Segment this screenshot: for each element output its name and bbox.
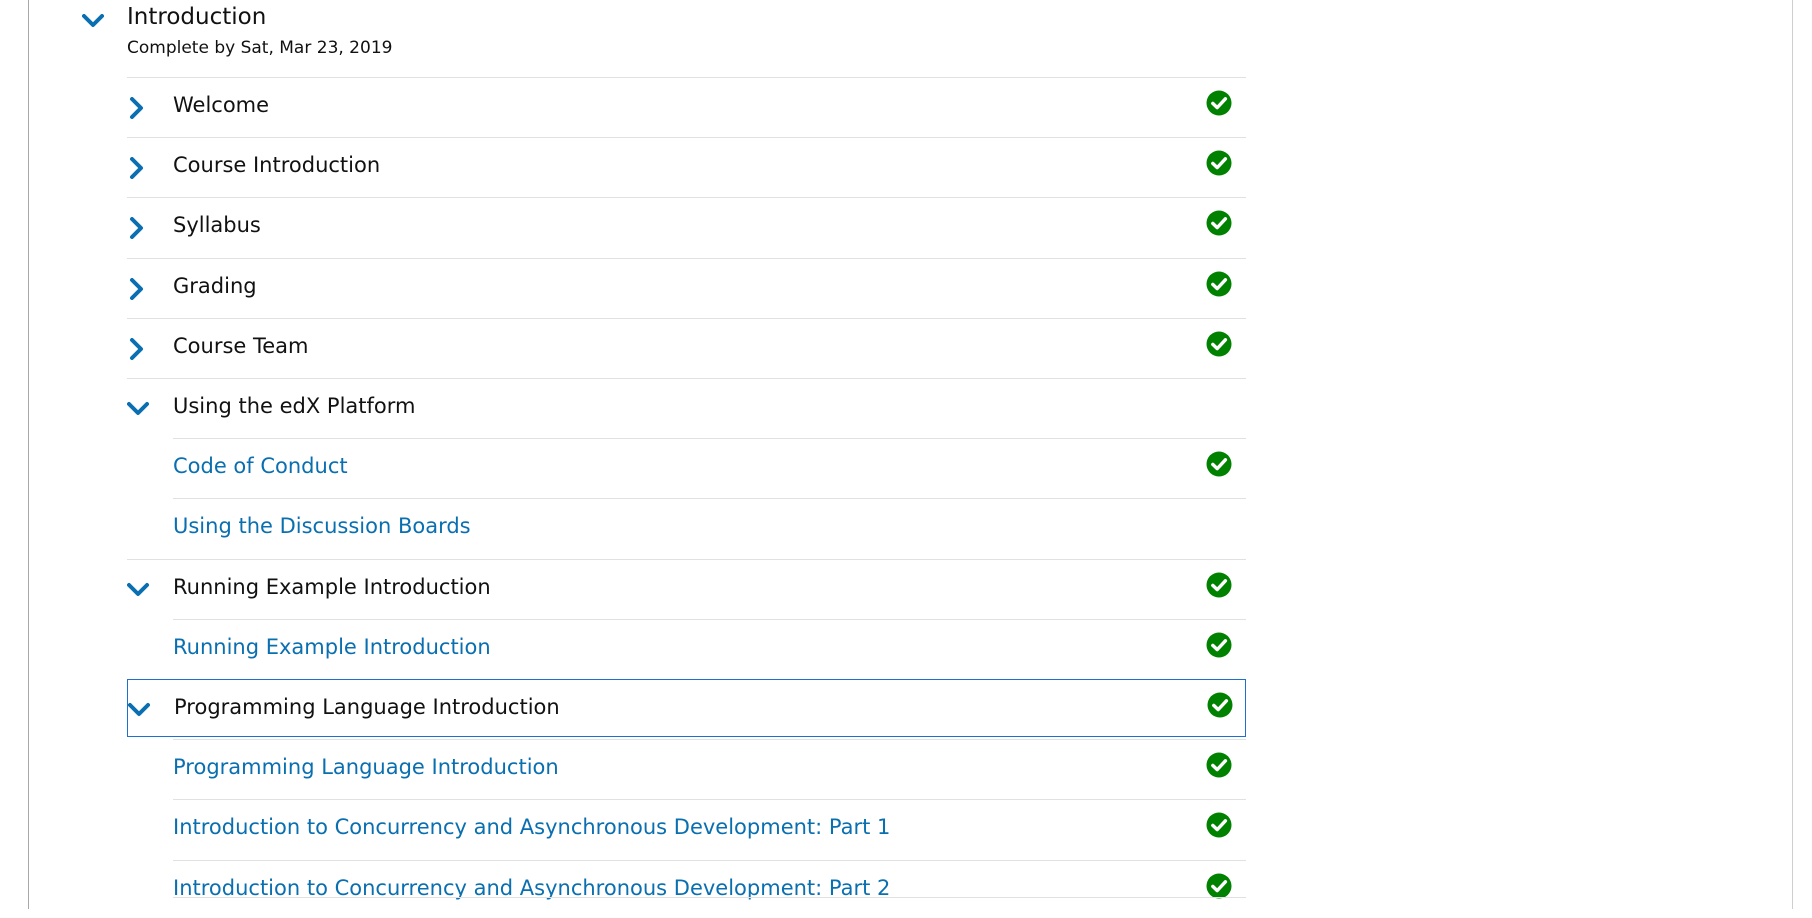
subsection-title[interactable]: Welcome bbox=[173, 93, 269, 117]
chevron-down-icon[interactable] bbox=[127, 401, 149, 417]
subsection-title[interactable]: Syllabus bbox=[173, 213, 261, 237]
subsection-title[interactable]: Course Team bbox=[173, 334, 309, 358]
subsection-row[interactable]: Course Team bbox=[127, 318, 1246, 376]
unit-row[interactable]: Using the Discussion Boards bbox=[173, 498, 1246, 556]
subsection-title[interactable]: Programming Language Introduction bbox=[174, 695, 560, 719]
subsection-row-focused[interactable]: Programming Language Introduction bbox=[127, 679, 1246, 737]
check-circle-icon bbox=[1206, 210, 1232, 236]
subsection-row[interactable]: Grading bbox=[127, 258, 1246, 316]
subsection-title[interactable]: Course Introduction bbox=[173, 153, 380, 177]
section-due-date: Complete by Sat, Mar 23, 2019 bbox=[127, 38, 393, 58]
check-circle-icon bbox=[1207, 692, 1233, 718]
unit-row[interactable]: Programming Language Introduction bbox=[173, 739, 1246, 797]
chevron-down-icon[interactable] bbox=[82, 14, 104, 28]
check-circle-icon bbox=[1206, 150, 1232, 176]
check-circle-icon bbox=[1206, 632, 1232, 658]
subsection-row[interactable]: Syllabus bbox=[127, 197, 1246, 255]
subsection-row[interactable]: Welcome bbox=[127, 77, 1246, 135]
check-circle-icon bbox=[1206, 752, 1232, 778]
check-circle-icon bbox=[1206, 812, 1232, 838]
unit-link[interactable]: Using the Discussion Boards bbox=[173, 514, 471, 538]
subsection-row[interactable]: Course Introduction bbox=[127, 137, 1246, 195]
chevron-down-icon[interactable] bbox=[127, 582, 149, 598]
check-circle-icon bbox=[1206, 271, 1232, 297]
unit-link[interactable]: Introduction to Concurrency and Asynchro… bbox=[173, 815, 890, 839]
check-circle-icon bbox=[1206, 90, 1232, 116]
check-circle-icon bbox=[1206, 451, 1232, 477]
page-left-border bbox=[0, 0, 29, 909]
subsection-row[interactable]: Running Example Introduction bbox=[127, 559, 1246, 617]
chevron-right-icon[interactable] bbox=[129, 338, 145, 360]
subsection-title[interactable]: Using the edX Platform bbox=[173, 394, 415, 418]
unit-row[interactable]: Introduction to Concurrency and Asynchro… bbox=[173, 860, 1246, 918]
subsection-title[interactable]: Running Example Introduction bbox=[173, 575, 491, 599]
outline-bottom-divider bbox=[173, 897, 1246, 898]
check-circle-icon bbox=[1206, 873, 1232, 899]
unit-row[interactable]: Code of Conduct bbox=[173, 438, 1246, 496]
chevron-right-icon[interactable] bbox=[129, 217, 145, 239]
subsection-row[interactable]: Using the edX Platform bbox=[127, 378, 1246, 436]
unit-link[interactable]: Programming Language Introduction bbox=[173, 755, 559, 779]
unit-row[interactable]: Introduction to Concurrency and Asynchro… bbox=[173, 799, 1246, 857]
section-title[interactable]: Introduction bbox=[127, 4, 266, 30]
chevron-down-icon[interactable] bbox=[128, 702, 150, 718]
check-circle-icon bbox=[1206, 572, 1232, 598]
subsection-title[interactable]: Grading bbox=[173, 274, 257, 298]
chevron-right-icon[interactable] bbox=[129, 278, 145, 300]
chevron-right-icon[interactable] bbox=[129, 97, 145, 119]
check-circle-icon bbox=[1206, 331, 1232, 357]
unit-row[interactable]: Running Example Introduction bbox=[173, 619, 1246, 677]
unit-link[interactable]: Code of Conduct bbox=[173, 454, 348, 478]
unit-link[interactable]: Running Example Introduction bbox=[173, 635, 491, 659]
chevron-right-icon[interactable] bbox=[129, 157, 145, 179]
page-right-divider bbox=[1792, 0, 1793, 909]
